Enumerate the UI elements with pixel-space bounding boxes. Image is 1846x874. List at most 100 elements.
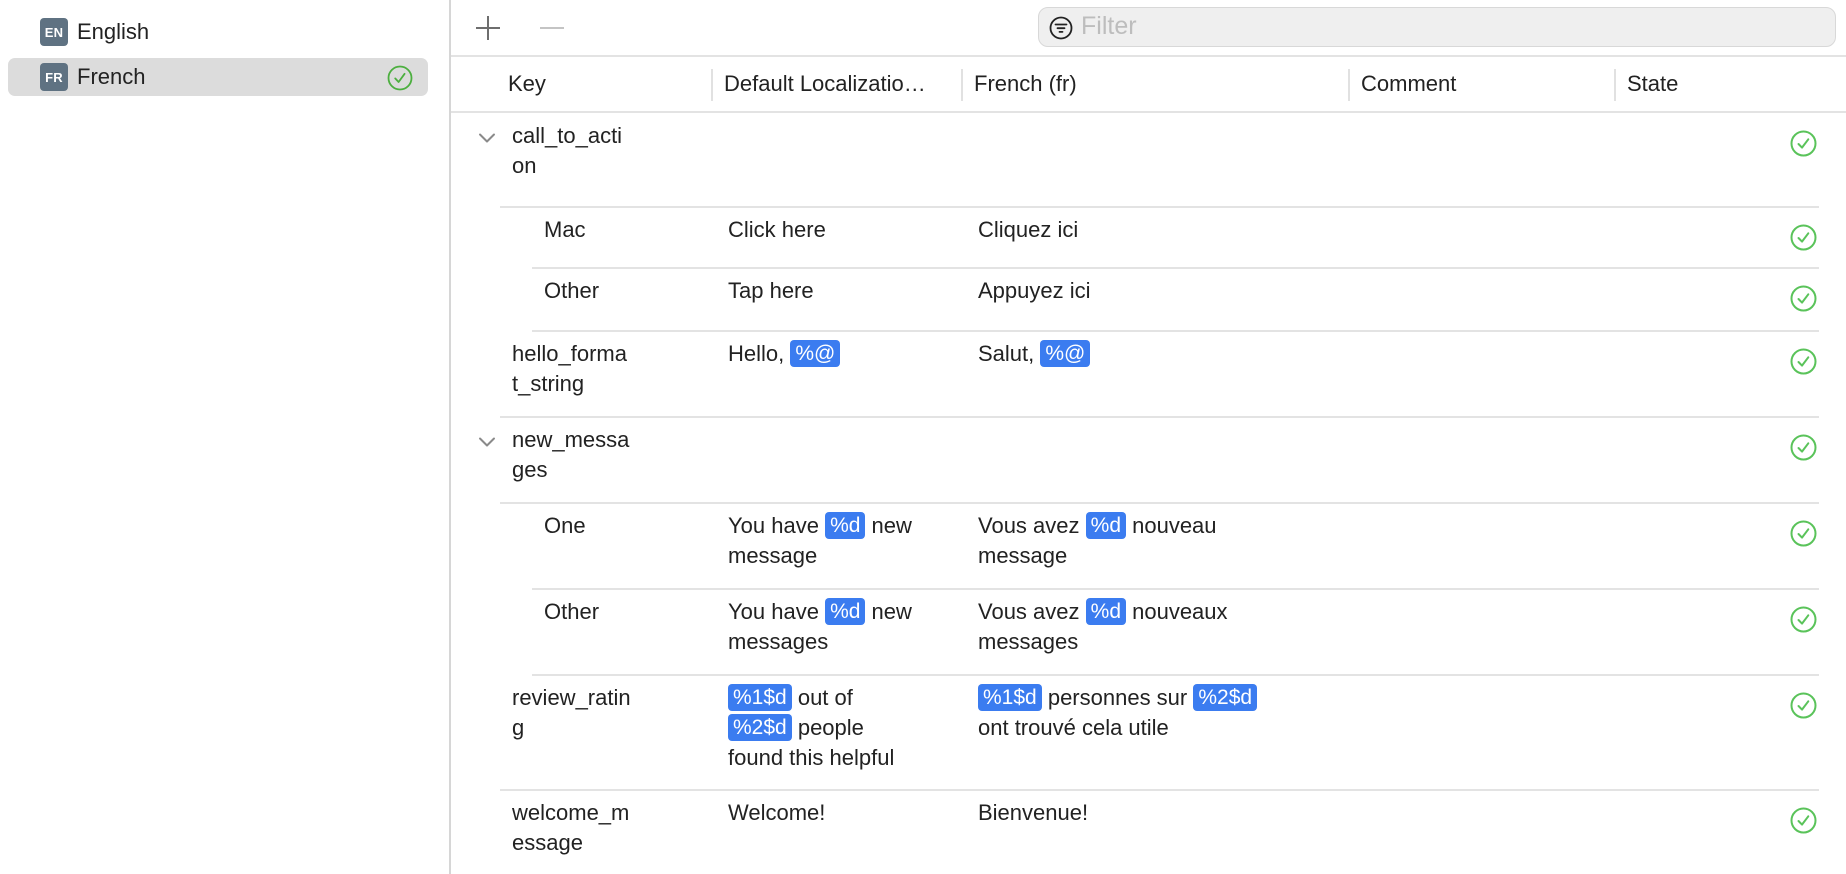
french-translation-cell[interactable]: %1$d personnes sur %2$d ont trouvé cela u… — [978, 683, 1258, 743]
state-translated-checkmark-icon — [1790, 348, 1817, 375]
text-segment: Salut, — [978, 341, 1041, 366]
text-line: messages — [978, 627, 1228, 657]
comment-cell[interactable] — [1365, 683, 1605, 713]
french-translation-cell[interactable]: Cliquez ici — [978, 215, 1078, 245]
french-translation-cell[interactable]: Vous avez %d nouveaux messages — [978, 597, 1228, 657]
text-segment: Hello, — [728, 341, 791, 366]
add-button[interactable] — [474, 14, 502, 42]
default-localization-cell[interactable]: You have %d new message — [728, 511, 912, 571]
column-divider[interactable] — [711, 69, 713, 101]
table-row[interactable]: welcome_m essage Welcome! Bienvenue! — [451, 790, 1846, 874]
key-text: Other — [544, 278, 600, 303]
text-segment: message — [978, 543, 1068, 568]
table-row[interactable]: new_messa ges — [451, 417, 1846, 503]
text-segment: out of — [791, 685, 853, 710]
table-row[interactable]: hello_forma t_string Hello, %@ Salut, %@ — [451, 331, 1846, 417]
text-line: %2$d people — [728, 713, 894, 743]
format-specifier-token: %2$d — [728, 714, 792, 741]
state-translated-checkmark-icon — [1790, 692, 1817, 719]
text-segment: new — [865, 513, 912, 538]
table-sub-row[interactable]: Mac Click here Cliquez ici — [451, 207, 1846, 268]
chevron-down-icon[interactable] — [478, 436, 496, 448]
filter-icon — [1049, 16, 1073, 40]
french-translation-cell[interactable]: Salut, %@ — [978, 339, 1091, 369]
comment-cell[interactable] — [1365, 597, 1605, 627]
state-translated-checkmark-icon — [1790, 807, 1817, 834]
toolbar — [451, 0, 1846, 57]
key-text: hello_forma — [512, 341, 627, 366]
text-line: message — [728, 541, 912, 571]
key-cell: hello_forma t_string — [512, 339, 627, 399]
sidebar: EN English FR French — [0, 0, 451, 874]
comment-cell[interactable] — [1365, 215, 1605, 245]
text-line: found this helpful — [728, 743, 894, 773]
default-localization-cell[interactable]: Welcome! — [728, 798, 825, 828]
comment-cell[interactable] — [1365, 425, 1605, 455]
default-localization-cell[interactable]: You have %d new messages — [728, 597, 912, 657]
key-cell: Other — [544, 597, 599, 627]
table-row[interactable]: review_ratin g %1$d out of %2$d people found… — [451, 675, 1846, 790]
text-segment: people — [791, 715, 864, 740]
text-segment: nouveaux — [1126, 599, 1228, 624]
key-cell: welcome_m essage — [512, 798, 629, 858]
french-translation-cell[interactable]: Bienvenue! — [978, 798, 1088, 828]
text-segment: Welcome! — [728, 800, 826, 825]
column-header-default-localization[interactable]: Default Localizatio… — [724, 57, 960, 111]
sidebar-item-label: French — [77, 64, 146, 89]
french-translation-cell[interactable]: Vous avez %d nouveau message — [978, 511, 1217, 571]
comment-cell[interactable] — [1365, 339, 1605, 369]
text-segment: nouveau — [1126, 513, 1217, 538]
column-header-comment[interactable]: Comment — [1361, 57, 1611, 111]
language-badge-icon: EN — [40, 18, 68, 46]
key-cell: Mac — [544, 215, 586, 245]
table-sub-row[interactable]: Other You have %d new messages Vous avez %d… — [451, 589, 1846, 675]
text-segment: Vous avez — [978, 513, 1086, 538]
text-line: Vous avez %d nouveau — [978, 511, 1217, 541]
state-translated-checkmark-icon — [1790, 224, 1817, 251]
table-row[interactable]: call_to_acti on — [451, 113, 1846, 207]
text-line: Click here — [728, 215, 826, 245]
checkmark-circle-icon — [387, 65, 413, 91]
french-translation-cell[interactable]: Appuyez ici — [978, 276, 1091, 306]
comment-cell[interactable] — [1365, 511, 1605, 541]
comment-cell[interactable] — [1365, 121, 1605, 151]
format-specifier-token: %2$d — [1193, 684, 1258, 711]
text-segment: Bienvenue! — [978, 800, 1089, 825]
key-text: Other — [544, 599, 600, 624]
text-line: Hello, %@ — [728, 339, 841, 369]
text-line: Bienvenue! — [978, 798, 1088, 828]
text-segment: found this helpful — [728, 745, 895, 770]
state-translated-checkmark-icon — [1790, 285, 1817, 312]
column-header-key[interactable]: Key — [508, 57, 703, 111]
key-cell: review_ratin g — [512, 683, 631, 743]
comment-cell[interactable] — [1365, 276, 1605, 306]
format-specifier-token: %d — [1085, 598, 1126, 625]
default-localization-cell[interactable]: Hello, %@ — [728, 339, 841, 369]
chevron-down-icon[interactable] — [478, 132, 496, 144]
state-translated-checkmark-icon — [1790, 130, 1817, 157]
default-localization-cell[interactable]: %1$d out of %2$d people found this helpful — [728, 683, 894, 773]
key-text: g — [512, 715, 525, 740]
column-divider[interactable] — [1614, 69, 1616, 101]
sidebar-item-english[interactable]: EN English — [8, 13, 428, 51]
text-segment: You have — [728, 599, 826, 624]
column-header-state[interactable]: State — [1627, 57, 1827, 111]
sidebar-item-french[interactable]: FR French — [8, 58, 428, 96]
remove-button[interactable] — [538, 14, 566, 42]
column-divider[interactable] — [1348, 69, 1350, 101]
format-specifier-token: %1$d — [728, 684, 792, 711]
comment-cell[interactable] — [1365, 798, 1605, 828]
default-localization-cell[interactable]: Click here — [728, 215, 826, 245]
text-line: %1$d out of — [728, 683, 894, 713]
column-divider[interactable] — [961, 69, 963, 101]
filter-field[interactable] — [1038, 7, 1836, 47]
language-badge-icon: FR — [40, 63, 68, 91]
default-localization-cell[interactable]: Tap here — [728, 276, 814, 306]
key-text: One — [544, 513, 586, 538]
column-header-french[interactable]: French (fr) — [974, 57, 1344, 111]
format-specifier-token: %d — [825, 598, 866, 625]
key-text: Mac — [544, 217, 586, 242]
table-sub-row[interactable]: Other Tap here Appuyez ici — [451, 268, 1846, 331]
filter-input[interactable] — [1081, 8, 1821, 45]
table-sub-row[interactable]: One You have %d new message Vous avez %d no… — [451, 503, 1846, 589]
